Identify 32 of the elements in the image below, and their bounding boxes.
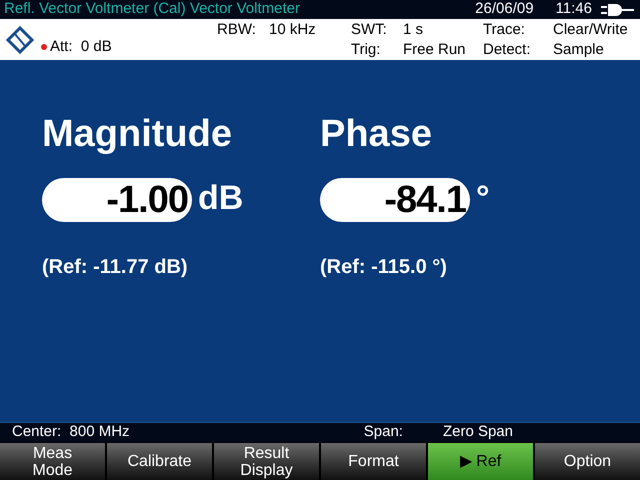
parameter-value: 10 kHz: [268, 20, 317, 40]
attenuation-text: Att: 0 dB: [50, 36, 112, 56]
parameter-value: Clear/Write: [552, 20, 628, 40]
parameter-value: 1 s: [402, 20, 424, 40]
unit-label: dB: [198, 178, 244, 218]
reference-value: (Ref: -115.0 °): [320, 255, 447, 280]
softkey[interactable]: Meas Mode: [0, 443, 105, 480]
parameter-label: RBW:: [217, 20, 257, 40]
softkey[interactable]: Result Display: [214, 443, 319, 480]
value-display: -84.1: [320, 178, 470, 222]
span-label: Span:: [364, 422, 403, 442]
parameter-label: Trace:: [483, 20, 526, 40]
softkey[interactable]: Option: [535, 443, 640, 480]
parameter-value: Sample: [552, 40, 605, 60]
softkey[interactable]: Calibrate: [107, 443, 212, 480]
softkey[interactable]: Format: [321, 443, 426, 480]
softkey[interactable]: ▶ Ref: [428, 443, 533, 480]
date-text: 26/06/09: [475, 0, 534, 20]
window-title: Refl. Vector Voltmeter (Cal) Vector Voltmeter: [4, 0, 300, 20]
result-title: Magnitude: [42, 112, 232, 156]
parameter-label: SWT:: [351, 20, 388, 40]
time-text: 11:46: [556, 0, 592, 20]
parameter-label: Detect:: [483, 40, 532, 60]
reference-value: (Ref: -11.77 dB): [42, 255, 188, 280]
unit-label: °: [476, 178, 490, 218]
parameter-label: Trig:: [351, 40, 382, 60]
battery-icon: [600, 2, 636, 16]
span-value: Zero Span: [442, 422, 513, 442]
result-title: Phase: [320, 112, 432, 156]
value-display: -1.00: [42, 178, 192, 222]
center-frequency: Center: 800 MHz: [12, 422, 130, 442]
parameter-value: Free Run: [402, 40, 467, 60]
